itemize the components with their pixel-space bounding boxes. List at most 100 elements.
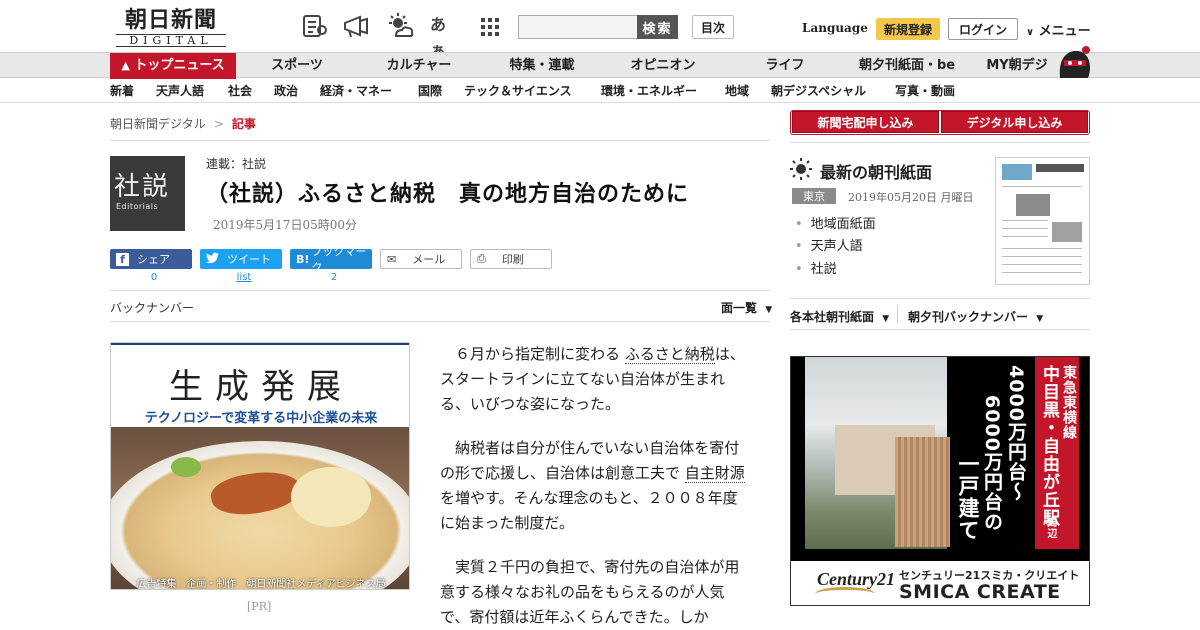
keyword-link[interactable]: ふるさと納税 xyxy=(624,345,715,364)
logo-main-text: 朝日新聞 xyxy=(124,7,217,33)
nav-my-asadigi[interactable]: MY朝デジ xyxy=(980,53,1054,79)
ramen-bowl xyxy=(111,441,409,589)
select-backnumber-dropdown[interactable]: 朝夕刊バックナンバー ▼ xyxy=(908,308,1043,325)
caret-down-icon: ▼ xyxy=(765,305,773,315)
paper-line xyxy=(1002,220,1048,221)
sun-icon xyxy=(790,158,812,180)
mokuji-button[interactable]: 目次 xyxy=(692,15,734,39)
series-label[interactable]: 連載：社説 xyxy=(206,155,266,172)
nav2-tensei[interactable]: 天声人語 xyxy=(156,82,204,99)
mail-button[interactable]: ✉ メール xyxy=(380,249,462,269)
paper-link-region[interactable]: • 地域面紙面 xyxy=(795,213,876,232)
editorial-thumbnail: 社説 Editorials xyxy=(110,156,185,231)
paper-line xyxy=(1002,248,1082,249)
paper-line xyxy=(1002,272,1082,273)
article-paragraph: 実質２千円の負担で、寄付先の自治体が用意する様々なお礼の品をもらえるのが人気で、… xyxy=(440,555,750,630)
ramen-leek xyxy=(171,457,201,477)
facebook-share-button[interactable]: f シェア xyxy=(110,249,192,269)
article-paragraph: ６月から指定制に変わる ふるさと納税は、スタートラインに立てない自治体が生まれる… xyxy=(440,342,750,417)
language-link[interactable]: Language xyxy=(802,21,868,35)
chevron-down-icon: ∨ xyxy=(1026,27,1035,38)
ad-house-type: 一戸建て xyxy=(956,453,980,541)
nav-culture[interactable]: カルチャー xyxy=(372,53,466,79)
nav-top-news-label: トップニュース xyxy=(134,58,225,73)
twitter-share-button[interactable]: ツイート xyxy=(200,249,282,269)
facebook-share-label: シェア xyxy=(137,253,170,266)
editorial-thumbnail-title: 社説 xyxy=(114,172,171,202)
paper-link-label: 天声人語 xyxy=(810,239,863,254)
nav2-photo-video[interactable]: 写真・動画 xyxy=(895,82,955,99)
menu-button[interactable]: ∨ メニュー xyxy=(1026,20,1091,39)
facebook-icon: f xyxy=(116,252,129,266)
realestate-ad-banner[interactable]: 東急東横線 中目黒・自由が丘駅 周辺 4000万円台～ 6000万円台の 一戸建… xyxy=(790,356,1090,606)
select-paper-dropdown[interactable]: 各本社朝刊紙面 ▼ xyxy=(790,308,889,325)
print-icon: ⎙ xyxy=(477,252,486,265)
nav-features[interactable]: 特集・連載 xyxy=(496,53,588,79)
divider xyxy=(790,142,1090,143)
bullet-icon: • xyxy=(795,239,803,254)
grid-menu-icon[interactable] xyxy=(476,12,504,40)
nav-top-news[interactable]: ▲ トップニュース xyxy=(110,53,236,79)
asahi-logo[interactable]: 朝日新聞 DIGITAL xyxy=(112,8,230,48)
subscribe-paper-button[interactable]: 新聞宅配申し込み xyxy=(792,111,939,133)
divider xyxy=(110,290,770,291)
nav2-special[interactable]: 朝デジスペシャル xyxy=(771,82,866,99)
search-button[interactable]: 検索 xyxy=(637,15,678,39)
menlist-label: 面一覧 xyxy=(721,301,758,315)
paragraph-text: 実質２千円の負担で、寄付先の自治体が用意する様々なお礼の品をもらえるのが人気で、… xyxy=(440,558,740,626)
backnumber-label[interactable]: バックナンバー xyxy=(110,299,194,316)
pr-ad-header: 生成発展 テクノロジーで変革する中小企業の未来 xyxy=(111,343,409,427)
article-body: ６月から指定制に変わる ふるさと納税は、スタートラインに立てない自治体が生まれる… xyxy=(440,342,750,630)
menu-label: メニュー xyxy=(1038,24,1091,39)
search-input[interactable] xyxy=(518,15,638,39)
ad-footer: Century21 センチュリー21スミカ・クリエイト SMICA CREATE xyxy=(791,561,1089,605)
print-button[interactable]: ⎙ 印刷 xyxy=(470,249,552,269)
article-headline: （社説）ふるさと納税 真の地方自治のために xyxy=(206,182,690,207)
twitter-list-link[interactable]: list xyxy=(203,272,285,283)
login-button[interactable]: ログイン xyxy=(948,18,1018,40)
paper-icon[interactable] xyxy=(300,12,328,40)
nav-opinion[interactable]: オピニオン xyxy=(616,53,710,79)
nav2-society[interactable]: 社会 xyxy=(228,82,252,99)
nav2-region[interactable]: 地域 xyxy=(725,82,749,99)
breadcrumb-root[interactable]: 朝日新聞デジタル xyxy=(110,117,206,131)
paper-link-tensei[interactable]: • 天声人語 xyxy=(795,235,863,254)
breadcrumb-separator: > xyxy=(213,117,224,131)
nav2-tech[interactable]: テック＆サイエンス xyxy=(464,82,572,99)
house-fence xyxy=(895,437,950,547)
font-size-icon[interactable]: あぁ xyxy=(430,12,458,60)
nav2-economy[interactable]: 経済・マネー xyxy=(320,82,392,99)
mascot-icon[interactable] xyxy=(1054,44,1094,80)
nav2-politics[interactable]: 政治 xyxy=(274,82,298,99)
latest-paper-title[interactable]: 最新の朝刊紙面 xyxy=(820,159,932,183)
pr-ad-banner[interactable]: 生成発展 テクノロジーで変革する中小企業の未来 広告特集 企画・制作 朝日新聞社… xyxy=(110,342,410,590)
subscribe-digital-button[interactable]: デジタル申し込み xyxy=(941,111,1088,133)
twitter-share-label: ツイート xyxy=(227,253,271,266)
pr-ad-title: 生成発展 xyxy=(169,367,353,407)
century21-logo-arc xyxy=(815,587,875,601)
paper-link-editorial[interactable]: • 社説 xyxy=(795,258,837,277)
nav2-environment[interactable]: 環境・エネルギー xyxy=(601,82,697,99)
nav-print-edition[interactable]: 朝夕刊紙面・be xyxy=(852,53,962,79)
menlist-dropdown[interactable]: 面一覧 ▼ xyxy=(721,299,772,316)
ad-train-line: 東急東横線 xyxy=(1061,365,1077,440)
mail-label: メール xyxy=(412,253,446,266)
newspaper-thumbnail[interactable] xyxy=(995,157,1090,285)
keyword-link[interactable]: 自主財源 xyxy=(684,464,745,483)
nav2-new[interactable]: 新着 xyxy=(110,82,134,99)
nav-life[interactable]: ライフ xyxy=(746,53,824,79)
weather-icon[interactable] xyxy=(386,12,414,40)
secondary-nav: 新着 天声人語 社会 政治 経済・マネー 国際 テック＆サイエンス 環境・エネル… xyxy=(0,79,1200,103)
nav2-international[interactable]: 国際 xyxy=(418,82,442,99)
signup-button[interactable]: 新規登録 xyxy=(876,18,940,40)
paper-masthead xyxy=(1036,164,1084,172)
hatena-bookmark-button[interactable]: B! ブックマーク xyxy=(290,245,372,274)
paper-line xyxy=(1002,256,1082,257)
paper-line xyxy=(1002,236,1048,237)
nav-sports[interactable]: スポーツ xyxy=(252,53,342,79)
divider xyxy=(110,140,770,141)
megaphone-icon[interactable] xyxy=(342,12,370,40)
hatena-count: 2 xyxy=(330,272,338,283)
twitter-icon xyxy=(206,252,219,267)
divider xyxy=(790,298,1090,299)
